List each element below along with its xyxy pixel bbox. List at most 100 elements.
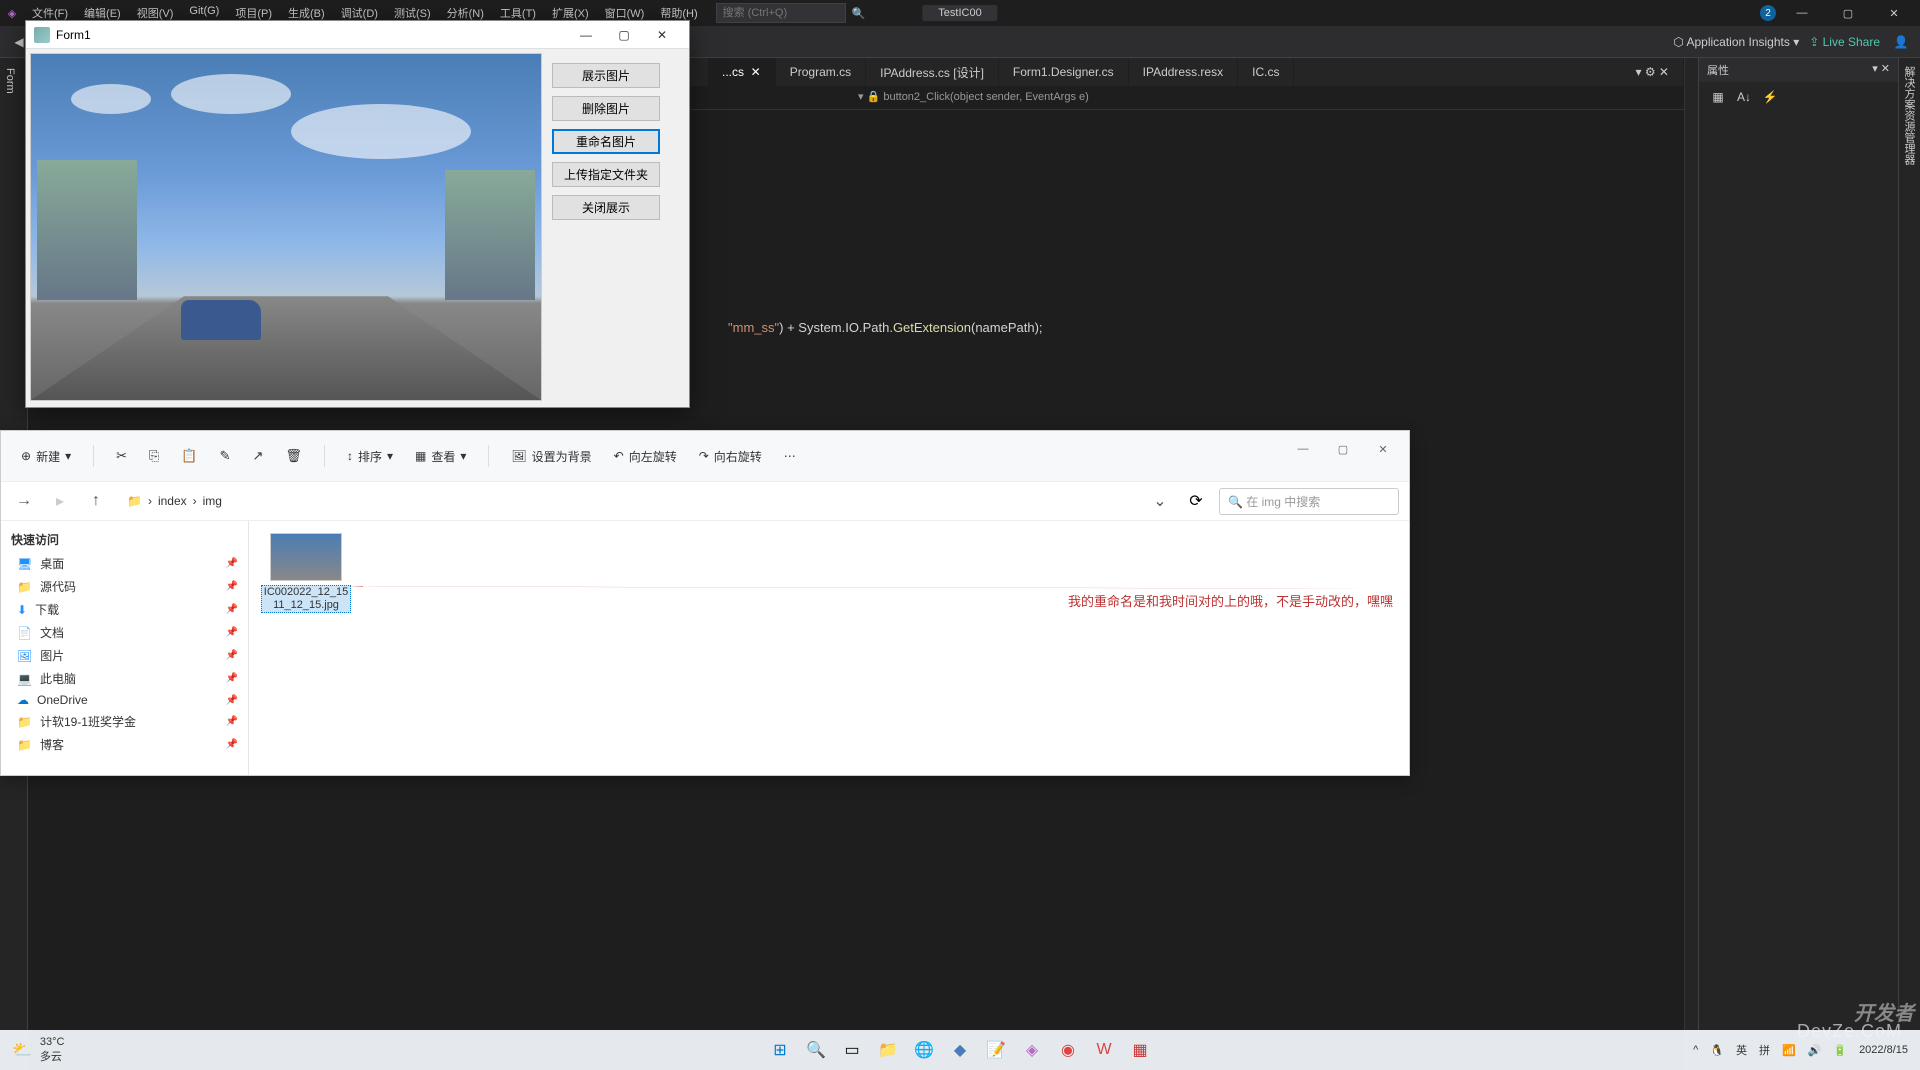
volume-icon[interactable]: 🔊 [1808,1044,1822,1057]
app-insights-dropdown[interactable]: ⬡ Application Insights ▾ [1673,35,1799,49]
form1-app-icon [34,27,50,43]
tray-chevron-icon[interactable]: ^ [1693,1044,1698,1056]
new-button[interactable]: ⊕ 新建 ▾ [15,444,77,469]
vs-search-input[interactable] [716,3,846,23]
solution-explorer-tab[interactable]: 解决方案资源管理器 [1899,58,1919,173]
more-button[interactable]: ⋯ [778,445,802,467]
address-bar[interactable]: 📁 › index › img [119,490,1137,512]
tab-program[interactable]: Program.cs [776,58,866,86]
app-task-icon-1[interactable]: ◆ [946,1036,974,1064]
show-image-button[interactable]: 展示图片 [552,63,660,88]
ime-lang[interactable]: 英 [1736,1042,1747,1058]
account-icon[interactable]: 👤 [1890,31,1912,53]
explorer-close-button[interactable]: ✕ [1363,435,1403,463]
share-icon[interactable]: ↗ [247,444,270,468]
app-task-icon-5[interactable]: ▦ [1126,1036,1154,1064]
form1-close-button[interactable]: ✕ [643,22,681,48]
image-display [30,53,542,401]
rotate-right-button[interactable]: ↷ 向右旋转 [693,444,768,469]
tray-icon[interactable]: 🐧 [1710,1044,1724,1057]
sidebar-item-thispc[interactable]: 💻此电脑📌 [1,667,248,690]
form1-maximize-button[interactable]: ▢ [605,22,643,48]
app-task-icon-3[interactable]: ◉ [1054,1036,1082,1064]
refresh-icon[interactable]: ⟳ [1183,488,1209,514]
windows-taskbar: ⛅ 33°C 多云 ⊞ 🔍 ▭ 📁 🌐 ◆ 📝 ◈ ◉ W ▦ ^ 🐧 英 拼 … [0,1030,1920,1070]
ime-method[interactable]: 拼 [1759,1042,1770,1058]
nav-forward-icon[interactable]: ▸ [47,488,73,514]
nav-up-icon[interactable]: ↑ [83,488,109,514]
tab-ipaddress-design[interactable]: IPAddress.cs [设计] [866,58,999,86]
left-panel-tab[interactable]: Form [0,58,20,104]
app-task-icon-2[interactable]: 📝 [982,1036,1010,1064]
upload-folder-button[interactable]: 上传指定文件夹 [552,162,660,187]
folder-icon: 📁 [127,494,142,508]
rename-icon[interactable]: ✎ [214,444,237,468]
file-item[interactable]: IC002022_12_1511_12_15.jpg [261,533,351,613]
close-button[interactable]: ✕ [1874,0,1914,26]
explorer-maximize-button[interactable]: ▢ [1323,435,1363,463]
nav-back-icon[interactable]: → [11,488,37,514]
notification-badge[interactable]: 2 [1760,5,1776,21]
tab-ic[interactable]: IC.cs [1238,58,1294,86]
sidebar-item-downloads[interactable]: ⬇下载📌 [1,598,248,621]
search-icon[interactable]: 🔍 [802,1036,830,1064]
addr-dropdown-icon[interactable]: ⌄ [1147,488,1173,514]
prop-categorize-icon[interactable]: ▦ [1707,86,1729,108]
annotation-text: 我的重命名是和我时间对的上的哦，不是手动改的，嘿嘿 [1068,591,1393,610]
app-task-icon-4[interactable]: W [1090,1036,1118,1064]
clock-date[interactable]: 2022/8/15 [1859,1044,1908,1056]
chrome-task-icon[interactable]: 🌐 [910,1036,938,1064]
path-segment-index[interactable]: index [158,494,187,508]
tab-active[interactable]: ...cs ✕ [708,58,776,86]
sidebar-item-desktop[interactable]: 🖥桌面📌 [1,552,248,575]
sidebar-item-onedrive[interactable]: ☁OneDrive📌 [1,690,248,710]
explorer-task-icon[interactable]: 📁 [874,1036,902,1064]
file-thumbnail [270,533,342,581]
maximize-button[interactable]: ▢ [1828,0,1868,26]
vs-task-icon[interactable]: ◈ [1018,1036,1046,1064]
sidebar-item-documents[interactable]: 📄文档📌 [1,621,248,644]
sidebar-item-blog[interactable]: 📁博客📌 [1,733,248,756]
copy-icon[interactable]: ⎘ [143,444,165,468]
wifi-icon[interactable]: 📶 [1782,1044,1796,1057]
temperature: 33°C [40,1036,65,1048]
rotate-left-button[interactable]: ↶ 向左旋转 [608,444,683,469]
path-segment-img[interactable]: img [203,494,222,508]
file-name-label[interactable]: IC002022_12_1511_12_15.jpg [261,585,351,613]
delete-icon[interactable]: 🗑 [279,444,308,468]
search-go-icon[interactable]: 🔍 [852,7,866,20]
minimize-button[interactable]: — [1782,0,1822,26]
sidebar-quick-access[interactable]: 快速访问 [1,527,248,552]
prop-alpha-icon[interactable]: A↓ [1733,86,1755,108]
task-view-icon[interactable]: ▭ [838,1036,866,1064]
set-background-button[interactable]: 🖼 设置为背景 [505,444,597,469]
battery-icon[interactable]: 🔋 [1833,1044,1847,1057]
live-share-button[interactable]: ⇪ Live Share [1809,35,1880,49]
sidebar-item-scholarship[interactable]: 📁计软19-1班奖学金📌 [1,710,248,733]
delete-image-button[interactable]: 删除图片 [552,96,660,121]
code-minimap[interactable] [1684,58,1698,1070]
panel-menu-icon[interactable]: ▾ ✕ [1872,62,1890,78]
tab-ipaddress-resx[interactable]: IPAddress.resx [1129,58,1238,86]
tab-overflow-icon[interactable]: ▾ ⚙ ✕ [1621,58,1684,86]
sidebar-item-pictures[interactable]: 🖼图片📌 [1,644,248,667]
pin-icon: 📌 [226,558,238,569]
form1-title: Form1 [56,28,91,42]
sort-button[interactable]: ↕ 排序 ▾ [341,444,399,469]
prop-events-icon[interactable]: ⚡ [1759,86,1781,108]
rename-image-button[interactable]: 重命名图片 [552,129,660,154]
vs-logo-icon: ◈ [0,7,24,20]
paste-icon[interactable]: 📋 [175,444,203,468]
close-display-button[interactable]: 关闭展示 [552,195,660,220]
sidebar-item-source[interactable]: 📁源代码📌 [1,575,248,598]
weather-icon[interactable]: ⛅ [12,1040,32,1060]
tab-form1-designer[interactable]: Form1.Designer.cs [999,58,1129,86]
start-button[interactable]: ⊞ [766,1036,794,1064]
explorer-search-input[interactable]: 🔍 在 img 中搜索 [1219,488,1399,515]
explorer-minimize-button[interactable]: — [1283,435,1323,463]
view-button[interactable]: ▦ 查看 ▾ [409,444,472,469]
annotation-arrow [349,586,1369,589]
form1-minimize-button[interactable]: — [567,22,605,48]
cut-icon[interactable]: ✂ [110,444,133,468]
project-name: TestIC00 [922,5,997,21]
